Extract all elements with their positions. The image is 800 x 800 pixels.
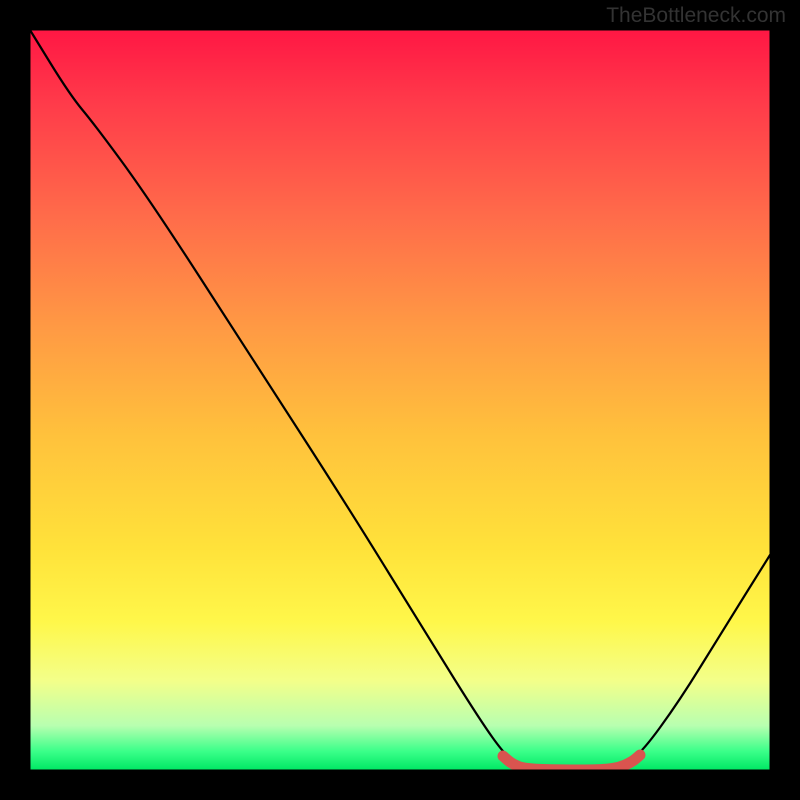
watermark-text: TheBottleneck.com xyxy=(606,4,786,28)
chart-container: TheBottleneck.com xyxy=(0,0,800,800)
bottleneck-curve-chart xyxy=(0,0,800,800)
